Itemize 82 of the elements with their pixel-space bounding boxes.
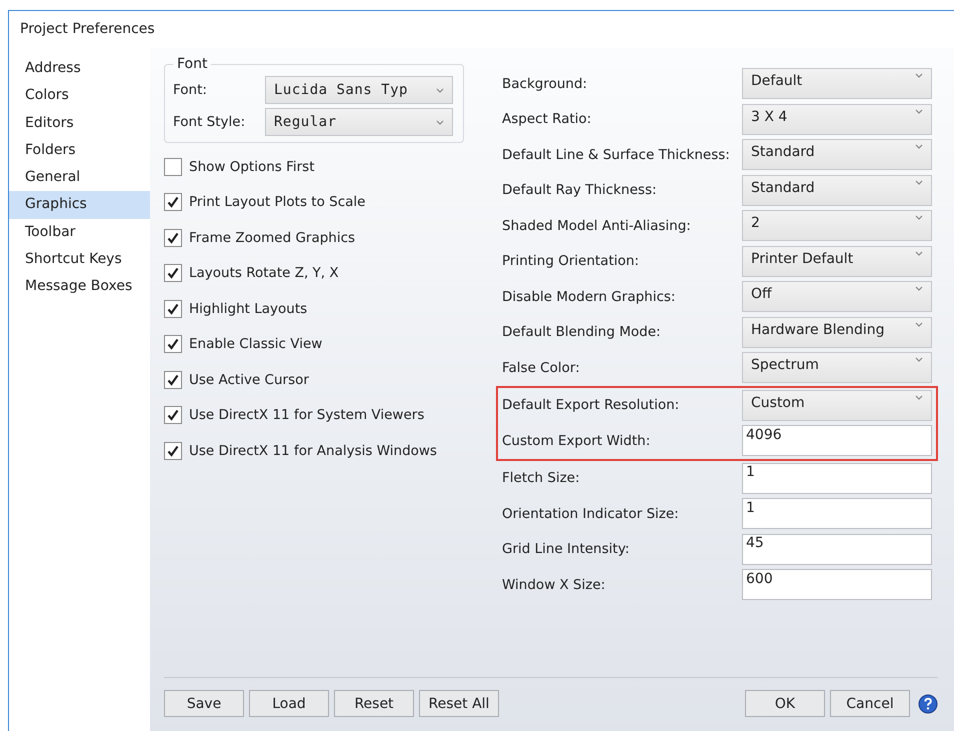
checkbox-label: Enable Classic View [189, 336, 322, 352]
setting-label: Default Ray Thickness: [502, 182, 657, 198]
field-label: Font Style: [173, 114, 246, 130]
checkbox-label: Use DirectX 11 for System Viewers [189, 407, 424, 424]
checkbox[interactable] [164, 228, 182, 247]
setting-label: Default Line & Surface Thickness: [502, 146, 730, 163]
input-field[interactable]: 1 [742, 498, 932, 530]
dropdown[interactable]: Standard [742, 174, 932, 206]
dialog-button[interactable]: Save [164, 690, 244, 717]
sidebar-item[interactable]: Graphics [9, 191, 150, 219]
dialog-button[interactable]: Reset All [419, 690, 499, 717]
checkbox-label: Show Options First [189, 158, 315, 175]
caret-icon [915, 394, 923, 400]
caret-icon [436, 88, 444, 92]
checkbox-label: Use DirectX 11 for Analysis Windows [189, 442, 437, 459]
checkbox[interactable] [164, 370, 182, 389]
dropdown[interactable]: 3 X 4 [742, 104, 932, 135]
font-dropdown[interactable]: Regular [265, 108, 453, 136]
checkbox-label: Layouts Rotate Z, Y, X [189, 265, 339, 282]
caret-icon [915, 215, 923, 220]
caret-icon [915, 357, 923, 362]
group-title: Font [176, 56, 208, 72]
sidebar-item[interactable]: Toolbar [9, 218, 150, 246]
caret-icon [915, 108, 923, 114]
caret-icon [915, 322, 923, 327]
setting-label: Default Export Resolution: [502, 397, 680, 414]
setting-label: Printing Orientation: [502, 253, 639, 270]
setting-label: Disable Modern Graphics: [502, 288, 676, 305]
dropdown[interactable]: Off [742, 281, 932, 312]
caret-icon [915, 250, 923, 256]
input-field[interactable]: 600 [742, 569, 932, 600]
checkbox-label: Print Layout Plots to Scale [189, 194, 366, 210]
checkbox[interactable] [164, 406, 182, 424]
dropdown[interactable]: Hardware Blending [742, 316, 932, 348]
checkbox[interactable] [164, 335, 182, 354]
checkbox[interactable] [164, 158, 182, 176]
dropdown[interactable]: Default [742, 68, 932, 100]
setting-label: Aspect Ratio: [502, 111, 592, 128]
setting-label: False Color: [502, 360, 580, 376]
dialog-button[interactable]: Reset [334, 690, 414, 717]
setting-label: Default Blending Mode: [502, 324, 661, 340]
sidebar-item[interactable]: Folders [9, 136, 150, 164]
checkbox[interactable] [164, 264, 182, 282]
sidebar-item[interactable]: Address [9, 55, 150, 82]
setting-label: Window X Size: [502, 576, 606, 593]
sidebar-item[interactable]: Editors [9, 110, 150, 137]
font-dropdown[interactable]: Lucida Sans Typ [265, 76, 453, 104]
input-field[interactable]: 1 [742, 462, 932, 494]
dropdown[interactable]: 2 [742, 210, 932, 242]
setting-label: Fletch Size: [502, 470, 580, 486]
checkbox[interactable] [164, 300, 182, 318]
caret-icon [915, 180, 923, 185]
setting-label: Shaded Model Anti-Aliasing: [502, 218, 691, 234]
sidebar-item[interactable]: General [9, 164, 150, 192]
dropdown[interactable]: Spectrum [742, 352, 932, 384]
caret-icon [436, 120, 444, 124]
checkbox-label: Use Active Cursor [189, 372, 309, 388]
sidebar-item[interactable]: Colors [9, 82, 150, 110]
dialog-button[interactable]: Cancel [830, 690, 910, 717]
caret-icon [915, 144, 923, 150]
field-label: Font: [173, 82, 208, 98]
caret-icon [915, 73, 923, 78]
dropdown[interactable]: Standard [742, 139, 932, 170]
setting-label: Background: [502, 76, 588, 92]
dialog-button[interactable]: OK [745, 690, 825, 717]
setting-label: Grid Line Intensity: [502, 541, 630, 558]
checkbox[interactable] [164, 193, 182, 212]
dialog-button[interactable]: Load [249, 690, 329, 717]
sidebar-item[interactable]: Shortcut Keys [9, 246, 150, 274]
sidebar-item[interactable]: Message Boxes [9, 273, 150, 301]
setting-label: Orientation Indicator Size: [502, 506, 679, 522]
dropdown[interactable]: Printer Default [742, 246, 932, 277]
checkbox-label: Frame Zoomed Graphics [189, 230, 356, 246]
input-field[interactable]: 45 [742, 534, 932, 565]
help-icon[interactable] [918, 694, 938, 714]
input-field[interactable]: 4096 [742, 425, 932, 456]
dropdown[interactable]: Custom [742, 390, 932, 421]
setting-label: Custom Export Width: [502, 432, 650, 449]
window-title: Project Preferences [19, 20, 156, 39]
caret-icon [915, 286, 923, 292]
checkbox[interactable] [164, 442, 182, 460]
checkbox-label: Highlight Layouts [189, 300, 308, 317]
